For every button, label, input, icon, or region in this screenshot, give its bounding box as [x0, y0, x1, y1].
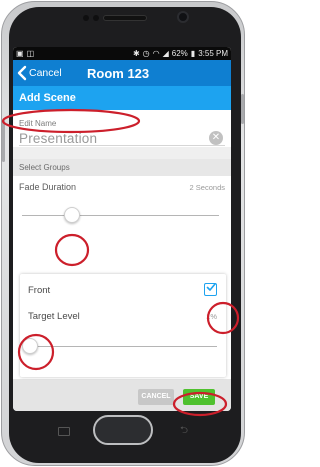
fade-slider-thumb[interactable]: [64, 207, 80, 223]
nav-cancel-label: Cancel: [29, 67, 62, 79]
back-key-icon[interactable]: ⮌: [180, 425, 190, 437]
add-scene-header: Add Scene: [13, 86, 231, 110]
wifi-icon: ◠: [152, 48, 160, 58]
top-sensors: [0, 9, 246, 29]
checkbox-checked-icon[interactable]: [204, 283, 217, 296]
sensor-dot: [83, 15, 89, 21]
alarm-icon: ◷: [142, 48, 150, 58]
input-underline: [19, 145, 225, 146]
cancel-button[interactable]: CANCEL: [138, 389, 174, 405]
recent-apps-key[interactable]: [58, 427, 70, 436]
nav-cancel-button[interactable]: Cancel: [13, 65, 62, 81]
action-footer: CANCEL SAVE: [13, 379, 231, 411]
clear-x-icon[interactable]: ✕: [209, 131, 223, 145]
target-slider-track[interactable]: [28, 346, 217, 347]
sensor-dot: [93, 15, 99, 21]
front-camera: [177, 11, 189, 23]
nav-bar: Cancel Room 123: [13, 60, 231, 86]
battery-percent: 62%: [171, 49, 188, 58]
status-bar: ▣ ◫ ✱ ◷ ◠ ◢ 62% ▮ 3:55 PM: [13, 47, 231, 60]
select-groups-header: Select Groups: [13, 159, 231, 176]
chevron-left-icon: [17, 65, 27, 81]
scene-name-input[interactable]: Presentation: [19, 131, 97, 146]
volume-button: [2, 120, 5, 162]
edit-name-section: Edit Name Presentation ✕: [13, 110, 231, 147]
check-mark-icon: [206, 283, 216, 291]
fade-duration-label: Fade Duration: [19, 182, 77, 192]
bluetooth-icon: ✱: [132, 48, 140, 58]
section-divider: [13, 147, 231, 159]
power-button: [241, 94, 244, 124]
status-right: ✱ ◷ ◠ ◢ 62% ▮ 3:55 PM: [133, 49, 228, 58]
page-title: Room 123: [87, 66, 150, 81]
group-card: Front Target Level 1%: [20, 274, 226, 377]
home-button[interactable]: [93, 415, 153, 445]
target-level-label: Target Level: [28, 311, 80, 322]
edit-name-label: Edit Name: [19, 119, 57, 128]
fade-duration-value: 2 Seconds: [189, 183, 225, 192]
voicemail-icon: ◫: [26, 48, 35, 58]
target-level-value: 1%: [206, 312, 217, 321]
battery-icon: ▮: [190, 48, 196, 58]
fade-slider-track[interactable]: [22, 215, 219, 216]
earpiece-speaker: [103, 15, 147, 21]
signal-icon: ◢: [162, 48, 169, 58]
status-left: ▣ ◫: [16, 48, 133, 58]
clock: 3:55 PM: [198, 49, 228, 58]
save-button[interactable]: SAVE: [183, 389, 215, 405]
target-slider-thumb[interactable]: [22, 338, 38, 354]
notification-icon: ▣: [16, 48, 24, 58]
group-name: Front: [28, 285, 51, 296]
fade-duration-section: Fade Duration 2 Seconds: [13, 176, 231, 242]
